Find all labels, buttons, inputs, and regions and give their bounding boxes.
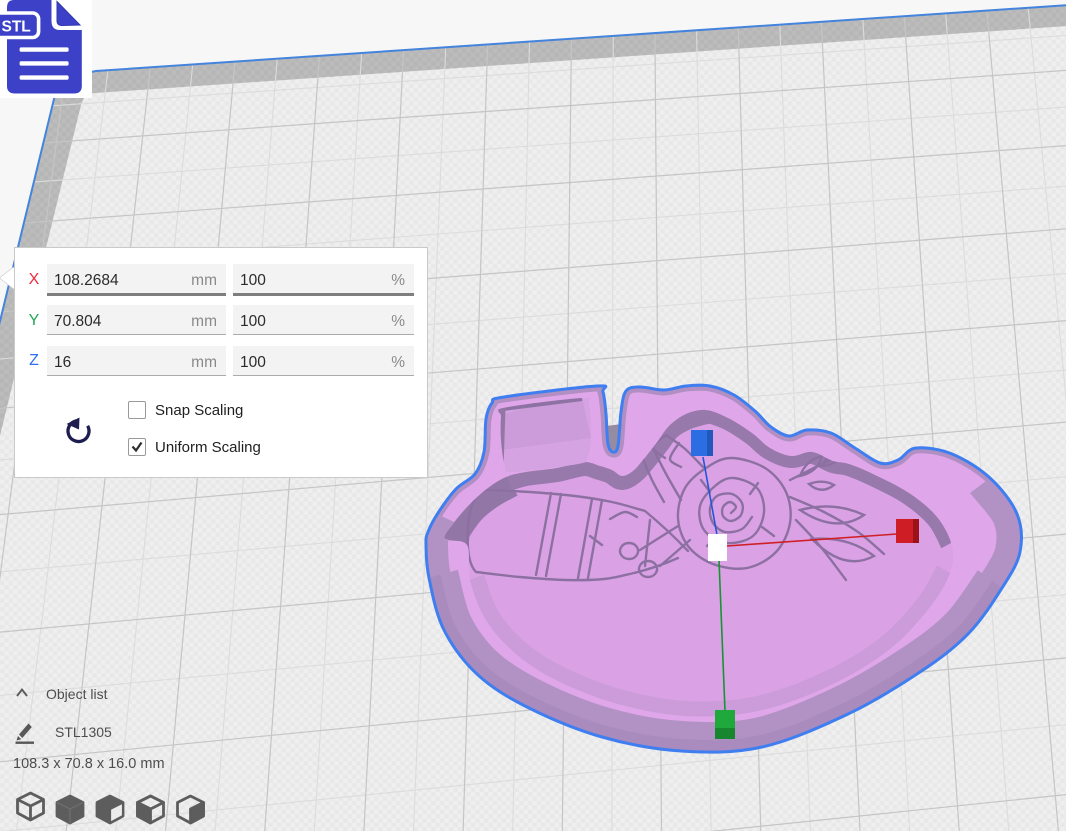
svg-text:STL: STL (2, 19, 31, 36)
